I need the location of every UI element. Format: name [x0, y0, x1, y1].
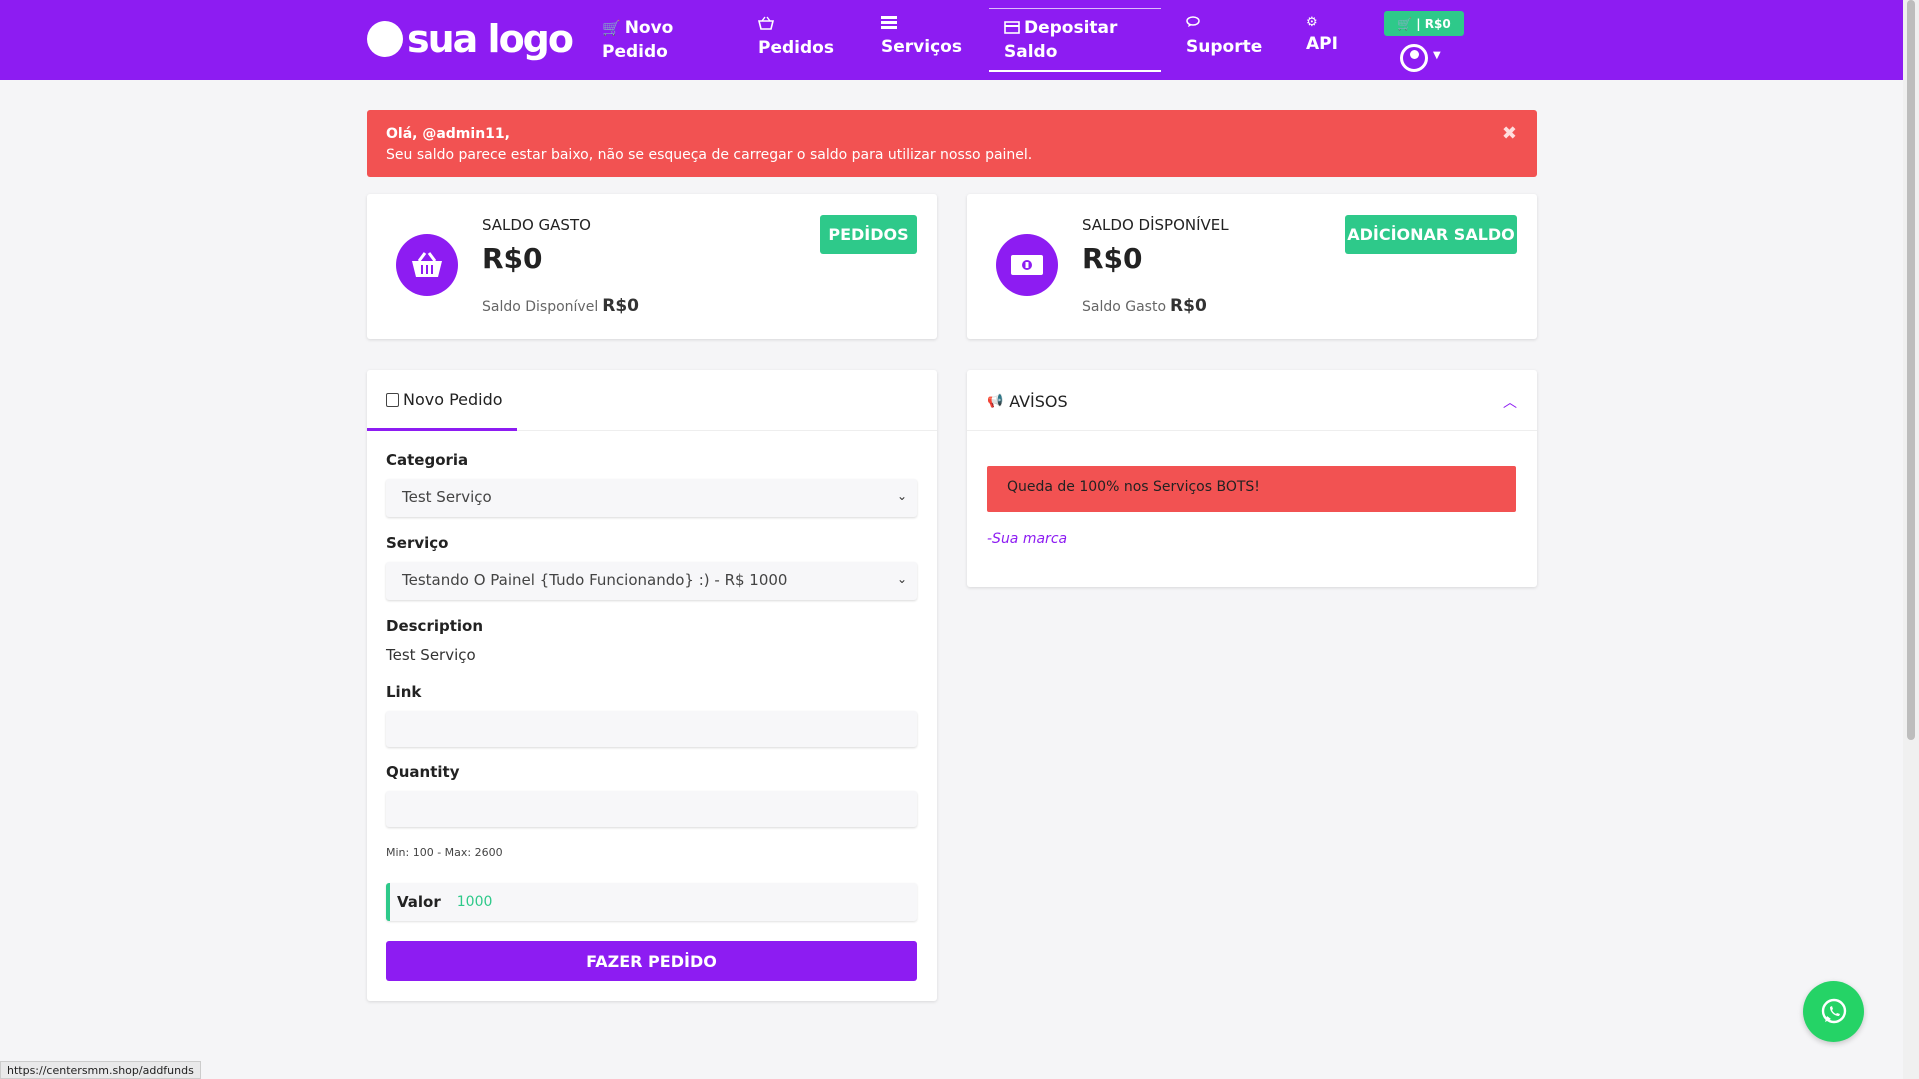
- quantity-label: Quantity: [386, 763, 460, 781]
- nav-active-underline: [989, 70, 1161, 72]
- logo[interactable]: sua logo: [367, 17, 574, 61]
- chevron-down-icon[interactable]: ▼: [1433, 50, 1441, 61]
- nav-label: API: [1306, 34, 1338, 54]
- stat-card-available: SALDO DİSPONÍVEL R$0 Saldo Gasto R$0 ADİC…: [967, 194, 1537, 339]
- cart-balance-button[interactable]: 🛒 | R$0: [1384, 11, 1464, 36]
- low-balance-alert: Olá, @admin11, Seu saldo parece estar ba…: [367, 110, 1537, 177]
- valor-label: Valor: [397, 893, 441, 911]
- status-bar-url: https://centersmm.shop/addfunds: [0, 1061, 201, 1079]
- submit-order-button[interactable]: FAZER PEDİDO: [386, 941, 917, 981]
- announcements-card: 📢 AVİSOS ︿ Queda de 100% nos Serviços BO…: [967, 370, 1537, 587]
- add-balance-button[interactable]: ADİCİONAR SALDO: [1345, 215, 1517, 254]
- list-icon: [881, 16, 962, 33]
- tab-novo-pedido[interactable]: Novo Pedido: [386, 390, 503, 409]
- alert-greeting: Olá, @admin11,: [386, 126, 510, 142]
- description-text: Test Serviço: [386, 646, 476, 664]
- stat-sub: Saldo Gasto R$0: [1082, 296, 1207, 316]
- nav-servicos[interactable]: Serviços: [881, 16, 962, 59]
- user-avatar-icon[interactable]: [1400, 44, 1428, 72]
- cart-balance-text: | R$0: [1416, 16, 1451, 31]
- credit-card-icon: [1004, 20, 1020, 36]
- nav-depositar-saldo[interactable]: Depositar Saldo: [1004, 16, 1117, 64]
- stat-sub-label: Saldo Gasto: [1082, 299, 1167, 315]
- nav-label: Pedido: [602, 42, 668, 62]
- nav-suporte[interactable]: Suporte: [1186, 16, 1262, 59]
- page-scrollbar[interactable]: [1903, 0, 1919, 1079]
- stat-value: R$0: [482, 242, 543, 275]
- category-label: Categoria: [386, 451, 469, 469]
- cart-icon: 🛒: [602, 19, 621, 37]
- nav-label: Novo: [624, 18, 674, 38]
- stat-sub-value: R$0: [602, 296, 639, 316]
- nav-api[interactable]: ⚙ API: [1306, 16, 1338, 56]
- stat-sub: Saldo Disponível R$0: [482, 296, 639, 316]
- tab-label: Novo Pedido: [403, 390, 503, 409]
- announcement-notice: Queda de 100% nos Serviços BOTS!: [987, 466, 1516, 512]
- nav-label: Suporte: [1186, 37, 1263, 57]
- service-label: Serviço: [386, 534, 449, 552]
- quantity-hint: Min: 100 - Max: 2600: [386, 846, 503, 859]
- nav-label: Pedidos: [758, 38, 834, 58]
- gear-icon: ⚙: [1306, 15, 1318, 30]
- scrollbar-thumb[interactable]: [1907, 0, 1915, 740]
- service-select[interactable]: Testando O Painel {Tudo Funcionando} :) …: [386, 562, 917, 600]
- whatsapp-button[interactable]: [1803, 981, 1864, 1042]
- stat-value: R$0: [1082, 242, 1143, 275]
- nav-label: Depositar: [1024, 18, 1118, 38]
- announcements-title: AVİSOS: [1009, 392, 1068, 411]
- top-navbar: sua logo 🛒 Novo Pedido Pedidos Serviços D…: [0, 0, 1903, 80]
- tab-active-underline: [367, 428, 517, 431]
- alert-message: Seu saldo parece estar baixo, não se esq…: [386, 147, 1033, 163]
- link-input[interactable]: [386, 711, 917, 747]
- chevron-down-icon: ⌄: [896, 489, 907, 503]
- service-selected-value: Testando O Painel {Tudo Funcionando} :) …: [402, 571, 788, 589]
- category-select[interactable]: Test Serviço ⌄: [386, 479, 917, 517]
- quantity-input[interactable]: [386, 791, 917, 827]
- cart-icon: 🛒: [1397, 16, 1413, 31]
- nav-novo-pedido[interactable]: 🛒 Novo Pedido: [602, 16, 673, 64]
- stat-sub-label: Saldo Disponível: [482, 299, 599, 315]
- whatsapp-icon: [1821, 998, 1846, 1023]
- announcements-header[interactable]: 📢 AVİSOS: [987, 392, 1068, 411]
- logo-mark: [367, 21, 403, 57]
- chat-icon: [1186, 16, 1262, 33]
- category-selected-value: Test Serviço: [402, 488, 492, 506]
- chevron-up-icon[interactable]: ︿: [1503, 392, 1517, 412]
- link-label: Link: [386, 683, 422, 701]
- description-label: Description: [386, 617, 484, 635]
- stat-label: SALDO DİSPONÍVEL: [1082, 216, 1229, 234]
- nav-active-top-line: [989, 8, 1161, 9]
- nav-label: Serviços: [881, 37, 962, 57]
- nav-label: Saldo: [1004, 42, 1058, 62]
- money-icon: [996, 234, 1058, 296]
- copy-icon: [386, 392, 399, 407]
- divider: [967, 430, 1537, 431]
- megaphone-icon: 📢: [987, 394, 1004, 409]
- valor-box: Valor 1000: [386, 883, 917, 921]
- valor-value: 1000: [456, 894, 493, 910]
- stat-label: SALDO GASTO: [482, 216, 591, 234]
- chevron-down-icon: ⌄: [896, 572, 907, 586]
- close-icon[interactable]: ✖: [1502, 123, 1517, 144]
- nav-pedidos[interactable]: Pedidos: [757, 16, 834, 60]
- basket-icon: [396, 234, 458, 296]
- announcement-signature: -Sua marca: [987, 531, 1068, 547]
- stat-sub-value: R$0: [1170, 296, 1207, 316]
- stat-card-spent: SALDO GASTO R$0 Saldo Disponível R$0 PEDİ…: [367, 194, 937, 339]
- logo-text: sua logo: [407, 17, 574, 61]
- pedidos-button[interactable]: PEDİDOS: [820, 215, 917, 254]
- new-order-card: Novo Pedido Categoria Test Serviço ⌄ Ser…: [367, 370, 937, 1001]
- basket-icon: [757, 16, 834, 34]
